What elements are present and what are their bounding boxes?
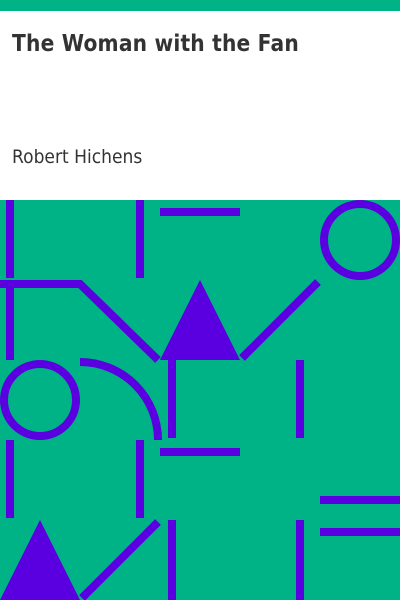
cover-pattern [0,200,400,600]
pattern-background [0,200,400,600]
top-accent-band [0,0,400,11]
book-title: The Woman with the Fan [12,31,299,57]
book-cover: The Woman with the Fan Robert Hichens [0,0,400,600]
book-author: Robert Hichens [12,146,143,168]
